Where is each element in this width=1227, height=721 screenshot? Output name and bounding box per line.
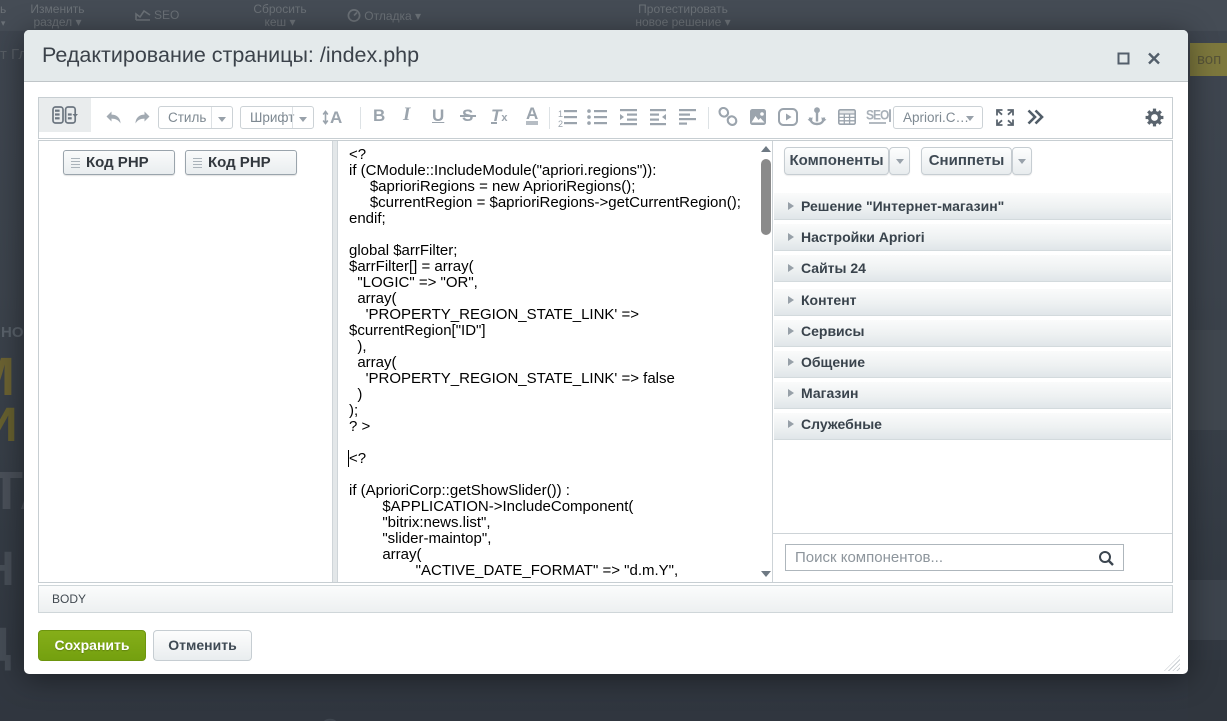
- svg-text:A: A: [330, 108, 342, 127]
- svg-text:1: 1: [558, 109, 563, 119]
- svg-text:2: 2: [558, 119, 563, 128]
